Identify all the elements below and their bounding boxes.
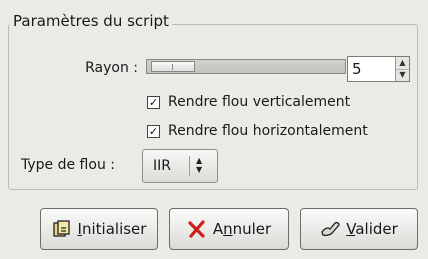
ok-icon bbox=[320, 219, 340, 239]
vertical-blur-checkbox-row[interactable]: ✓ Rendre flou verticalement bbox=[147, 94, 350, 110]
cancel-mnemonic: n bbox=[223, 220, 233, 238]
combo-updown-arrows-icon: ▲ ▼ bbox=[196, 156, 203, 174]
horizontal-blur-checkbox[interactable]: ✓ bbox=[147, 124, 160, 138]
horizontal-blur-label[interactable]: Rendre flou horizontalement bbox=[168, 123, 368, 139]
horizontal-blur-checkbox-row[interactable]: ✓ Rendre flou horizontalement bbox=[147, 123, 368, 139]
reset-icon bbox=[52, 219, 72, 239]
ok-mnemonic: V bbox=[346, 220, 356, 238]
cancel-prefix: A bbox=[212, 220, 224, 238]
radius-slider[interactable] bbox=[146, 59, 346, 74]
blur-type-value[interactable]: IIR bbox=[153, 158, 171, 174]
ok-label: alider bbox=[355, 220, 398, 238]
blur-type-label: Type de flou : bbox=[21, 157, 115, 173]
blur-type-combo[interactable]: IIR ▲ ▼ bbox=[142, 149, 218, 183]
radius-label: Rayon : bbox=[85, 60, 138, 76]
reset-button[interactable]: Initialiser bbox=[40, 208, 158, 250]
reset-label: nitialiser bbox=[81, 220, 147, 238]
ok-button[interactable]: Valider bbox=[300, 208, 418, 250]
radius-value[interactable]: 5 bbox=[352, 60, 362, 78]
frame-title: Paramètres du script bbox=[10, 12, 172, 30]
cancel-label: nuler bbox=[232, 220, 272, 238]
cancel-button[interactable]: Annuler bbox=[169, 208, 289, 250]
vertical-blur-checkbox[interactable]: ✓ bbox=[147, 95, 160, 109]
cancel-icon bbox=[187, 219, 207, 239]
radius-spinbox[interactable]: 5 ▲ ▼ bbox=[347, 56, 410, 82]
vertical-blur-label[interactable]: Rendre flou verticalement bbox=[168, 94, 350, 110]
spin-down-arrow-icon[interactable]: ▼ bbox=[396, 69, 409, 81]
radius-slider-handle[interactable] bbox=[151, 61, 195, 72]
